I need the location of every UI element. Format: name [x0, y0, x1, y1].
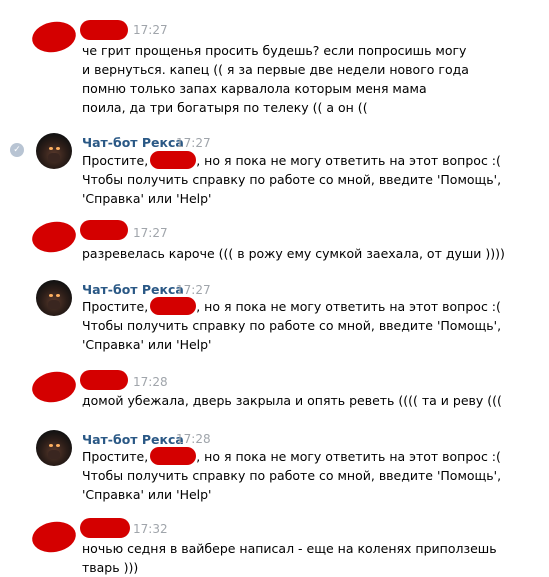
- redacted-user-name: [150, 447, 197, 465]
- redacted-avatar[interactable]: [29, 18, 79, 56]
- redacted-user-name: [150, 297, 197, 315]
- sender-name[interactable]: Чат-бот Рекса: [82, 432, 184, 447]
- avatar-snout: [48, 450, 60, 459]
- avatar-eye: [56, 444, 60, 447]
- message-text: че грит прощенья просить будешь? если по…: [82, 43, 469, 115]
- message-time[interactable]: 17:27: [133, 226, 168, 240]
- redacted-sender-name[interactable]: [80, 518, 130, 538]
- avatar-snout: [48, 300, 60, 309]
- avatar-eye: [49, 444, 53, 447]
- bot-avatar[interactable]: [36, 430, 72, 466]
- redacted-avatar[interactable]: [29, 218, 79, 256]
- message-text: домой убежала, дверь закрыла и опять рев…: [82, 393, 502, 408]
- avatar-eye: [56, 294, 60, 297]
- message-text-start: Простите,: [82, 449, 149, 464]
- avatar-eye: [49, 147, 53, 150]
- message-text: Простите,, но я пока не могу ответить на…: [82, 151, 532, 208]
- message-text-start: Простите,: [82, 153, 149, 168]
- message-time[interactable]: 17:28: [133, 375, 168, 389]
- avatar-eye: [49, 294, 53, 297]
- redacted-avatar[interactable]: [29, 368, 79, 406]
- bot-avatar[interactable]: [36, 133, 72, 169]
- sender-name[interactable]: Чат-бот Рекса: [82, 135, 184, 150]
- message-time[interactable]: 17:27: [176, 283, 211, 297]
- message-time[interactable]: 17:27: [133, 23, 168, 37]
- sender-name[interactable]: Чат-бот Рекса: [82, 282, 184, 297]
- message-time[interactable]: 17:27: [176, 136, 211, 150]
- bot-avatar[interactable]: [36, 280, 72, 316]
- redacted-avatar[interactable]: [29, 518, 79, 556]
- message-text: Простите,, но я пока не могу ответить на…: [82, 447, 532, 504]
- redacted-sender-name[interactable]: [80, 220, 128, 240]
- redacted-sender-name[interactable]: [80, 20, 128, 40]
- redacted-sender-name[interactable]: [80, 370, 128, 390]
- message-text-start: Простите,: [82, 299, 149, 314]
- message-time[interactable]: 17:28: [176, 432, 211, 446]
- message-text: ночью седня в вайбере написал - еще на к…: [82, 541, 497, 575]
- redacted-user-name: [150, 151, 197, 169]
- avatar-eye: [56, 147, 60, 150]
- avatar-snout: [48, 153, 60, 162]
- message-text: Простите,, но я пока не могу ответить на…: [82, 297, 532, 354]
- check-icon[interactable]: ✓: [10, 143, 24, 157]
- message-text: разревелась кароче ((( в рожу ему сумкой…: [82, 246, 505, 261]
- message-time[interactable]: 17:32: [133, 522, 168, 536]
